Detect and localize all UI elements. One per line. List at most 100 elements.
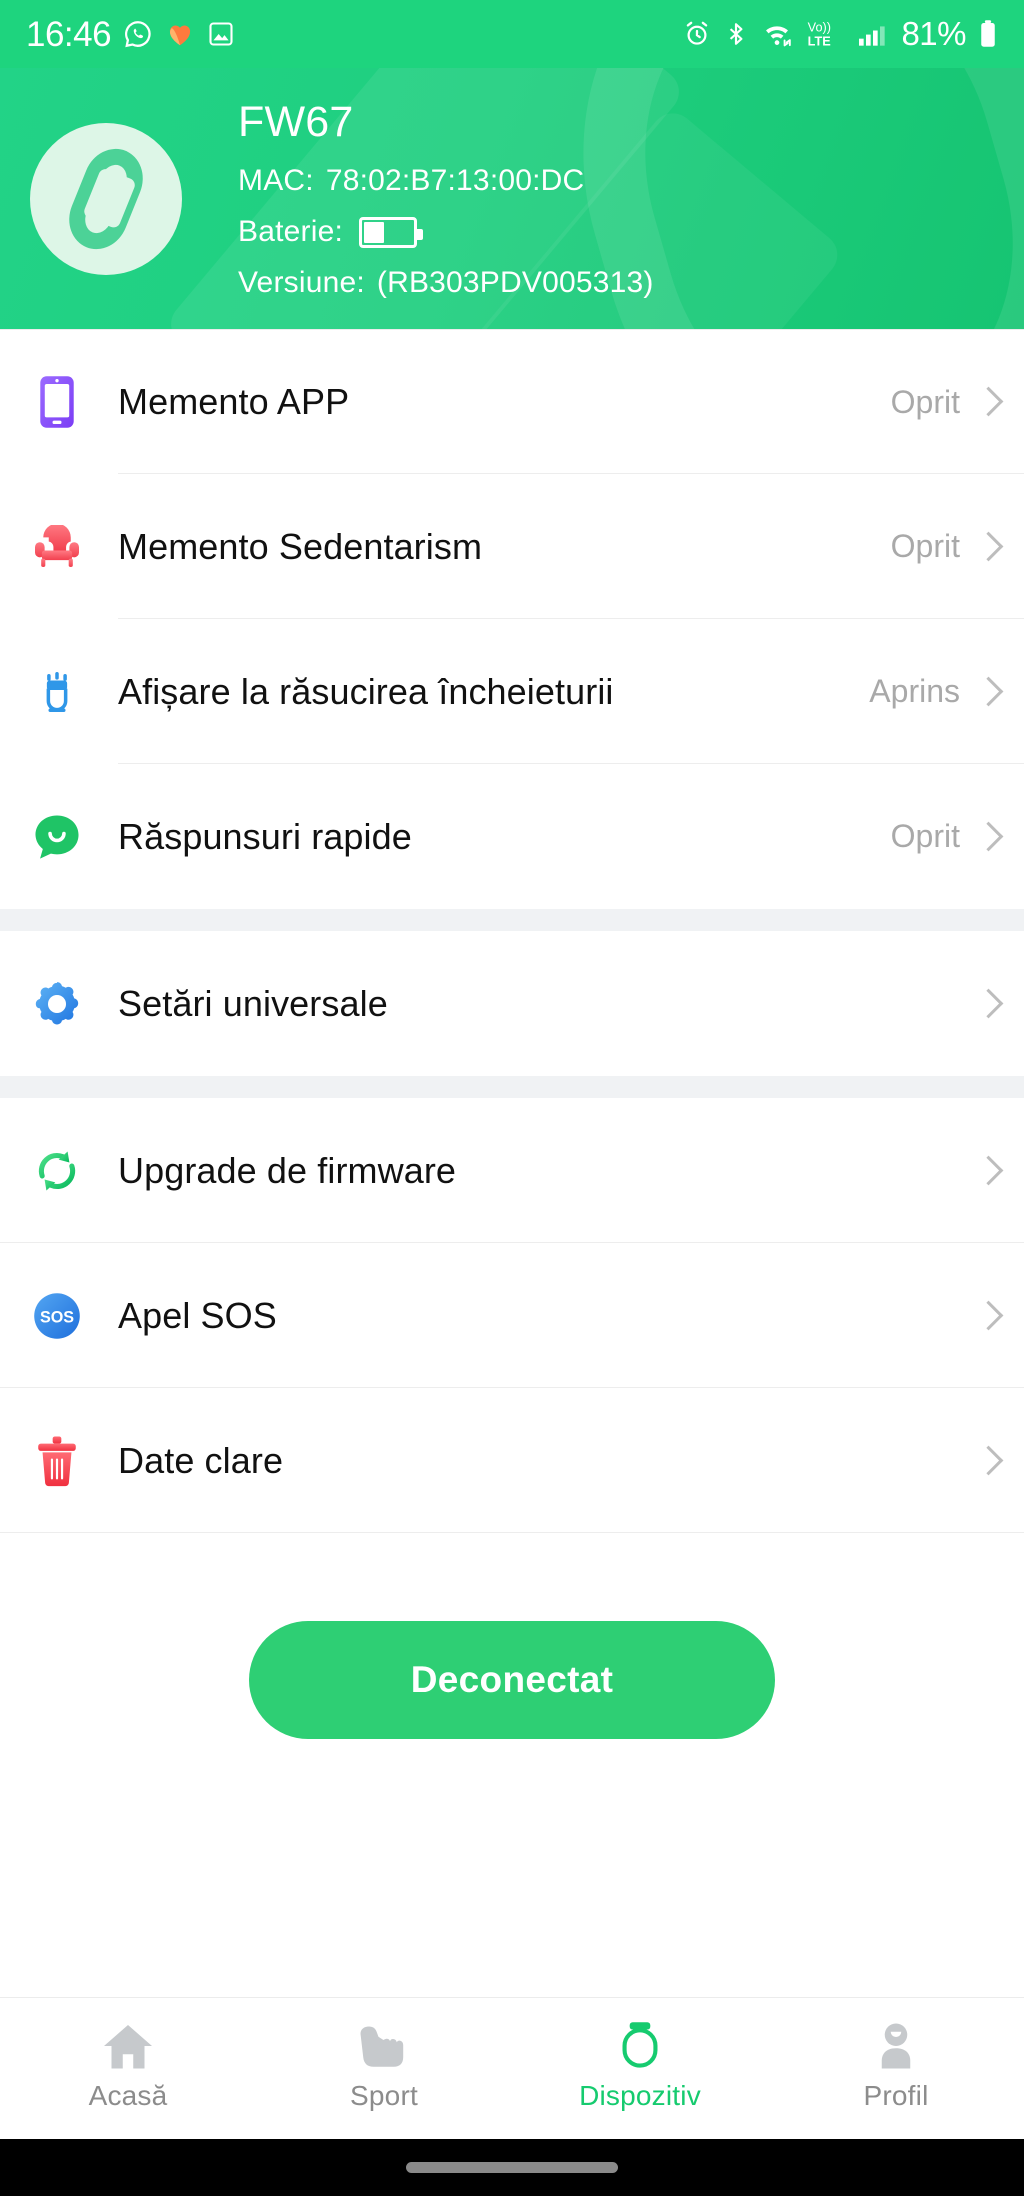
chat-bubble-icon: [30, 810, 84, 864]
nav-item-label: Acasă: [88, 2080, 168, 2111]
gallery-icon: [207, 20, 235, 48]
list-item-sos-call[interactable]: SOS Apel SOS: [0, 1243, 1024, 1388]
chevron-right-icon: [978, 1302, 994, 1330]
device-mac-value: 78:02:B7:13:00:DC: [325, 164, 585, 198]
shoe-icon: [357, 2014, 411, 2070]
device-version-value: (RB303PDV005313): [376, 266, 654, 300]
device-version-row: Versiune: (RB303PDV005313): [238, 266, 654, 300]
gear-icon: [30, 977, 84, 1031]
chevron-right-icon: [978, 388, 994, 416]
device-battery-icon: [359, 216, 423, 248]
smartphone-icon: [30, 375, 84, 429]
disconnect-button-wrapper: Deconectat: [0, 1533, 1024, 1739]
list-item-right: Oprit: [891, 384, 994, 421]
chevron-right-icon: [978, 990, 994, 1018]
device-battery-label: Baterie:: [238, 215, 343, 249]
settings-section-reminders: Memento APP Oprit Memento Sedentarism Op…: [0, 329, 1024, 909]
person-icon: [871, 2014, 921, 2070]
chevron-right-icon: [978, 533, 994, 561]
list-item-right: [978, 1302, 994, 1330]
gesture-bar: [0, 2139, 1024, 2196]
settings-section-universal: Setări universale: [0, 931, 1024, 1076]
list-item-right: [978, 1447, 994, 1475]
wrist-raise-icon: [30, 665, 84, 719]
settings-section-maintenance: Upgrade de firmware SOS Apel SOS Date cl…: [0, 1098, 1024, 1533]
device-version-label: Versiune:: [238, 266, 365, 300]
list-item-memento-app[interactable]: Memento APP Oprit: [0, 329, 1024, 474]
list-item-firmware-upgrade[interactable]: Upgrade de firmware: [0, 1098, 1024, 1243]
status-bar-right: Vo)) LTE 81%: [683, 15, 998, 53]
device-name: FW67: [238, 97, 354, 146]
svg-text:SOS: SOS: [40, 1308, 74, 1326]
chevron-right-icon: [978, 823, 994, 851]
nav-item-home[interactable]: Acasă: [0, 2014, 256, 2112]
device-battery-fill: [364, 221, 384, 243]
armchair-icon: [30, 520, 84, 574]
fitness-band-icon: [59, 139, 153, 258]
list-item-right: [978, 1157, 994, 1185]
list-item-universal-settings[interactable]: Setări universale: [0, 931, 1024, 1076]
chevron-right-icon: [978, 1447, 994, 1475]
nav-item-sport[interactable]: Sport: [256, 2014, 512, 2112]
device-mac-row: MAC: 78:02:B7:13:00:DC: [238, 164, 654, 198]
alarm-icon: [683, 20, 711, 48]
list-item-label: Apel SOS: [118, 1294, 277, 1336]
list-item-label: Memento APP: [118, 381, 350, 422]
avatar: [30, 122, 182, 275]
status-badge: Aprins: [869, 673, 960, 709]
sync-refresh-icon: [30, 1144, 84, 1198]
status-bar-left: 16:46: [26, 17, 235, 52]
wifi-icon: [761, 20, 793, 48]
status-bar-battery-percent: 81%: [901, 15, 966, 52]
list-item-label: Upgrade de firmware: [118, 1149, 457, 1191]
nav-item-profile[interactable]: Profil: [768, 2014, 1024, 2112]
settings-list: Memento APP Oprit Memento Sedentarism Op…: [0, 329, 1024, 1997]
list-item-quick-replies[interactable]: Răspunsuri rapide Oprit: [0, 764, 1024, 909]
bluetooth-icon: [723, 20, 749, 48]
device-battery-row: Baterie:: [238, 215, 654, 249]
list-item-right: Aprins: [869, 673, 994, 710]
svg-text:LTE: LTE: [808, 35, 831, 49]
status-badge: Oprit: [890, 528, 960, 564]
list-item-label: Răspunsuri rapide: [118, 815, 412, 857]
list-item-memento-sedentarism[interactable]: Memento Sedentarism Oprit: [0, 474, 1024, 619]
nav-item-label: Profil: [863, 2080, 929, 2111]
volte-icon: Vo)) LTE: [805, 19, 845, 49]
list-item-right: Oprit: [891, 528, 994, 565]
nav-item-label: Dispozitiv: [579, 2080, 701, 2111]
nav-item-label: Sport: [350, 2080, 418, 2111]
list-item-right: Oprit: [891, 818, 994, 855]
bottom-navigation: Acasă Sport Dispozitiv Profil: [0, 1997, 1024, 2139]
list-item-label: Date clare: [118, 1439, 284, 1481]
status-bar: 16:46 Vo)) LTE 81%: [0, 0, 1024, 68]
svg-text:Vo)): Vo)): [808, 21, 831, 35]
device-header: FW67 MAC: 78:02:B7:13:00:DC Baterie: Ver…: [0, 68, 1024, 329]
section-separator: [0, 909, 1024, 931]
device-mac-label: MAC:: [238, 164, 314, 198]
list-item-label: Setări universale: [118, 982, 388, 1024]
disconnect-button[interactable]: Deconectat: [249, 1621, 775, 1739]
trash-icon: [30, 1434, 84, 1488]
device-info: FW67 MAC: 78:02:B7:13:00:DC Baterie: Ver…: [238, 97, 654, 301]
status-badge: Oprit: [890, 818, 960, 854]
cell-signal-icon: [857, 20, 889, 48]
app-screen: 16:46 Vo)) LTE 81% FW67 MAC: 78:02:B7:13…: [0, 0, 1024, 2196]
list-item-label: Memento Sedentarism: [118, 525, 483, 567]
list-item-right: [978, 990, 994, 1018]
band-device-icon: [615, 2014, 665, 2070]
chevron-right-icon: [978, 678, 994, 706]
gesture-pill[interactable]: [406, 2162, 618, 2173]
content-spacer: [0, 1739, 1024, 1997]
health-heart-icon: [165, 19, 195, 49]
chevron-right-icon: [978, 1157, 994, 1185]
list-item-wrist-raise[interactable]: Afișare la răsucirea încheieturii Aprins: [0, 619, 1024, 764]
status-badge: Oprit: [890, 383, 960, 420]
nav-item-device[interactable]: Dispozitiv: [512, 2014, 768, 2112]
battery-icon: [978, 19, 998, 49]
sos-icon: SOS: [30, 1289, 84, 1343]
home-icon: [102, 2014, 154, 2070]
whatsapp-icon: [123, 19, 153, 49]
list-item-clear-data[interactable]: Date clare: [0, 1388, 1024, 1533]
status-bar-clock: 16:46: [26, 14, 112, 54]
list-item-label: Afișare la răsucirea încheieturii: [118, 670, 614, 712]
